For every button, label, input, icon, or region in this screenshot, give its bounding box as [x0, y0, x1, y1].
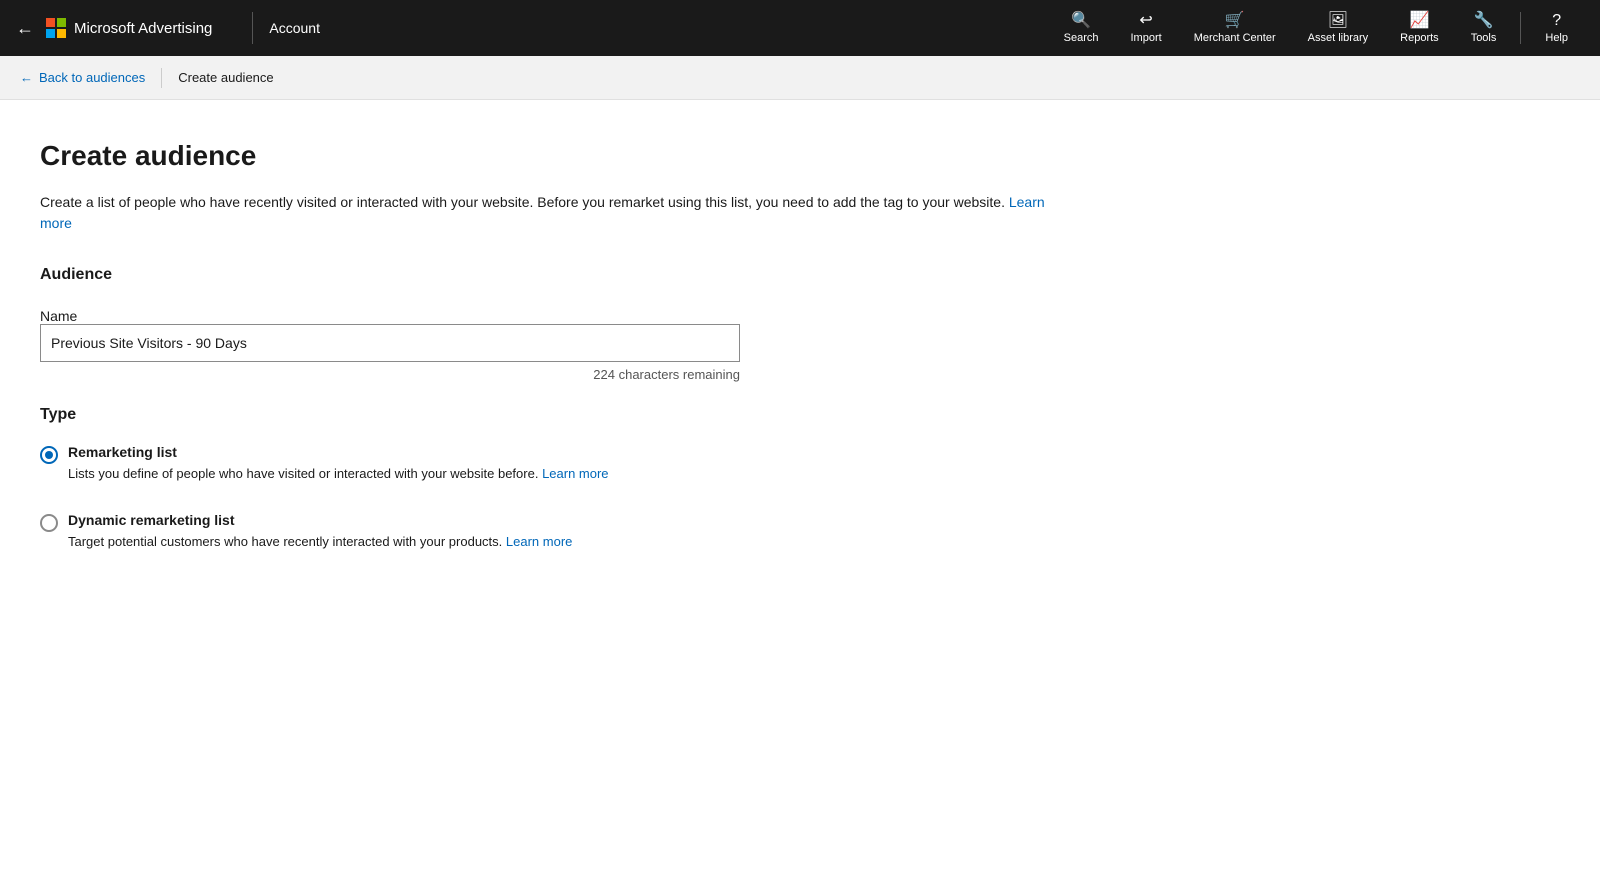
remarketing-list-description: Lists you define of people who have visi…	[68, 464, 609, 484]
nav-help-button[interactable]: ? Help	[1529, 7, 1584, 50]
logo-q4	[57, 29, 66, 38]
import-icon: ↩	[1139, 13, 1152, 29]
name-field-label: Name	[40, 308, 77, 324]
help-icon: ?	[1552, 13, 1561, 29]
dynamic-desc-text: Target potential customers who have rece…	[68, 534, 502, 549]
nav-import-label: Import	[1131, 32, 1162, 44]
top-nav: ← Microsoft Advertising Account 🔍 Search…	[0, 0, 1600, 56]
nav-merchant-button[interactable]: 🛒 Merchant Center	[1178, 7, 1292, 50]
dynamic-list-description: Target potential customers who have rece…	[68, 532, 572, 552]
nav-import-button[interactable]: ↩ Import	[1115, 7, 1178, 50]
logo-q3	[46, 29, 55, 38]
reports-icon: 📈	[1409, 13, 1429, 29]
nav-merchant-label: Merchant Center	[1194, 32, 1276, 44]
remarketing-radio-inner	[45, 451, 53, 459]
back-to-audiences-button[interactable]: ← Back to audiences	[20, 70, 161, 85]
brand-name: Microsoft Advertising	[74, 20, 212, 37]
nav-help-label: Help	[1545, 32, 1568, 44]
tools-icon: 🔧	[1474, 13, 1494, 29]
dynamic-radio-text: Dynamic remarketing list Target potentia…	[68, 512, 572, 552]
breadcrumb-current: Create audience	[178, 70, 273, 85]
nav-reports-label: Reports	[1400, 32, 1439, 44]
nav-search-button[interactable]: 🔍 Search	[1048, 7, 1115, 50]
page-description: Create a list of people who have recentl…	[40, 192, 1060, 234]
logo-area: Microsoft Advertising	[46, 18, 212, 38]
nav-search-label: Search	[1064, 32, 1099, 44]
dynamic-radio-button[interactable]	[40, 514, 58, 532]
remarketing-desc-text: Lists you define of people who have visi…	[68, 466, 538, 481]
back-to-audiences-label: Back to audiences	[39, 70, 145, 85]
dynamic-remarketing-option[interactable]: Dynamic remarketing list Target potentia…	[40, 512, 1060, 552]
page-title: Create audience	[40, 140, 1060, 172]
audience-section-title: Audience	[40, 266, 1060, 284]
main-content: Create audience Create a list of people …	[0, 100, 1100, 639]
nav-divider	[252, 12, 253, 44]
remarketing-list-option[interactable]: Remarketing list Lists you define of peo…	[40, 444, 1060, 484]
logo-q1	[46, 18, 55, 27]
nav-reports-button[interactable]: 📈 Reports	[1384, 7, 1455, 50]
microsoft-logo	[46, 18, 66, 38]
remarketing-radio-text: Remarketing list Lists you define of peo…	[68, 444, 609, 484]
name-input[interactable]	[40, 324, 740, 362]
type-section: Type Remarketing list Lists you define o…	[40, 406, 1060, 551]
remarketing-list-label: Remarketing list	[68, 444, 609, 460]
breadcrumb-bar: ← Back to audiences Create audience	[0, 56, 1600, 100]
back-arrow-icon: ←	[20, 70, 33, 85]
remarketing-learn-more-link[interactable]: Learn more	[542, 466, 608, 481]
page-description-text: Create a list of people who have recentl…	[40, 194, 1005, 210]
char-count: 224 characters remaining	[40, 367, 740, 382]
audience-section: Audience Name 224 characters remaining T…	[40, 266, 1060, 551]
nav-tools-button[interactable]: 🔧 Tools	[1455, 7, 1513, 50]
type-section-title: Type	[40, 406, 1060, 424]
nav-account-label[interactable]: Account	[269, 20, 320, 36]
name-field-group: Name 224 characters remaining	[40, 308, 1060, 382]
breadcrumb-separator	[161, 68, 162, 88]
dynamic-list-label: Dynamic remarketing list	[68, 512, 572, 528]
logo-q2	[57, 18, 66, 27]
remarketing-radio-button[interactable]	[40, 446, 58, 464]
nav-actions: 🔍 Search ↩ Import 🛒 Merchant Center 🖼 As…	[1048, 7, 1584, 50]
dynamic-learn-more-link[interactable]: Learn more	[506, 534, 572, 549]
search-icon: 🔍	[1071, 13, 1091, 29]
nav-asset-label: Asset library	[1308, 32, 1369, 44]
merchant-icon: 🛒	[1225, 13, 1245, 29]
nav-action-divider	[1520, 12, 1521, 44]
nav-back-button[interactable]: ←	[16, 18, 34, 39]
nav-tools-label: Tools	[1471, 32, 1497, 44]
asset-icon: 🖼	[1328, 13, 1348, 29]
nav-asset-button[interactable]: 🖼 Asset library	[1292, 7, 1385, 50]
